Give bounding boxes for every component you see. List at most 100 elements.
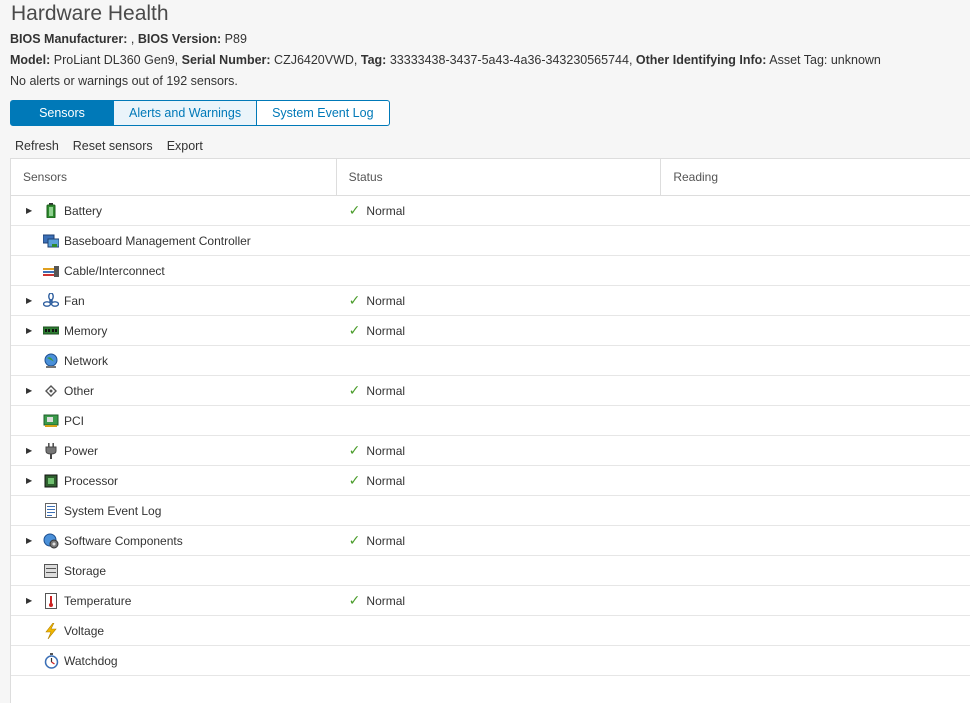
reading-cell [661,316,970,345]
table-row[interactable]: Baseboard Management Controller [11,226,970,256]
log-document-icon [43,503,59,519]
reading-cell [661,226,970,255]
other-info-value: Asset Tag: unknown [766,53,881,67]
storage-icon [43,563,59,579]
serial-label: Serial Number: [181,53,271,67]
expand-caret-icon[interactable]: ▶ [26,206,43,215]
cable-icon [43,263,59,279]
check-icon: ✓ [348,472,361,488]
sensor-name: Battery [64,203,103,218]
column-header-sensors[interactable]: Sensors [11,159,337,195]
reading-cell [661,616,970,645]
table-row[interactable]: Watchdog [11,646,970,676]
table-row[interactable]: ▶ Software Components ✓ Normal [11,526,970,556]
bios-version-value: P89 [221,32,247,46]
sensor-name: Temperature [64,593,132,608]
bios-manufacturer-value: , [127,32,135,46]
sensor-name: Memory [64,323,108,338]
reading-cell [661,376,970,405]
sensor-name: Watchdog [64,653,118,668]
status-text: Normal [366,443,406,458]
status-text: Normal [366,473,406,488]
table-row[interactable]: Voltage [11,616,970,646]
reset-sensors-button[interactable]: Reset sensors [73,139,153,153]
expand-caret-icon[interactable]: ▶ [26,596,43,605]
sensor-name: Software Components [64,533,183,548]
tab-system-event-log[interactable]: System Event Log [257,100,390,126]
status-text: Normal [366,293,406,308]
status-text: Normal [366,323,406,338]
tab-sensors[interactable]: Sensors [10,100,114,126]
reading-cell [661,646,970,675]
bios-info: BIOS Manufacturer: , BIOS Version: P89 [10,32,247,46]
column-header-reading[interactable]: Reading [661,159,970,195]
lightning-bolt-icon [43,622,59,639]
table-row[interactable]: ▶ Processor ✓ Normal [11,466,970,496]
bmc-icon [43,233,59,249]
model-value: ProLiant DL360 Gen9, [50,53,179,67]
expand-caret-icon[interactable]: ▶ [26,536,43,545]
table-row[interactable]: ▶ Power ✓ Normal [11,436,970,466]
check-icon: ✓ [348,292,361,308]
table-row[interactable]: ▶ Temperature ✓ Normal [11,586,970,616]
system-info: Model: ProLiant DL360 Gen9, Serial Numbe… [10,53,881,67]
table-row[interactable]: Network [11,346,970,376]
sensor-name: Cable/Interconnect [64,263,165,278]
table-row[interactable]: ▶ Memory ✓ Normal [11,316,970,346]
reading-cell [661,526,970,555]
expand-caret-icon[interactable]: ▶ [26,386,43,395]
reading-cell [661,586,970,615]
refresh-button[interactable]: Refresh [15,139,59,153]
sensors-grid: Sensors Status Reading ▶ Battery ✓ Normal… [10,158,970,703]
sensor-name: Fan [64,293,85,308]
reading-cell [661,346,970,375]
check-icon: ✓ [348,202,361,218]
status-text: Normal [366,593,406,608]
table-row[interactable]: Cable/Interconnect [11,256,970,286]
sensor-name: PCI [64,413,85,428]
reading-cell [661,556,970,585]
sensor-summary: No alerts or warnings out of 192 sensors… [10,74,238,88]
status-cell [337,496,662,525]
sensor-name: Power [64,443,99,458]
check-icon: ✓ [348,442,361,458]
status-text: Normal [366,533,406,548]
model-label: Model: [10,53,51,67]
table-row[interactable]: ▶ Battery ✓ Normal [11,196,970,226]
table-row[interactable]: System Event Log [11,496,970,526]
status-text: Normal [366,383,406,398]
expand-caret-icon[interactable]: ▶ [26,296,43,305]
status-cell [337,406,662,435]
fan-icon [43,292,59,309]
status-cell [337,256,662,285]
software-components-icon [43,533,59,549]
table-row[interactable]: ▶ Fan ✓ Normal [11,286,970,316]
sensor-name: Baseboard Management Controller [64,233,251,248]
tab-alerts-and-warnings[interactable]: Alerts and Warnings [114,100,258,126]
status-cell [337,226,662,255]
action-bar: Refresh Reset sensors Export [15,139,203,153]
table-row[interactable]: ▶ Other ✓ Normal [11,376,970,406]
expand-caret-icon[interactable]: ▶ [26,326,43,335]
thermometer-icon [43,592,59,609]
table-row[interactable]: PCI [11,406,970,436]
column-header-status[interactable]: Status [337,159,662,195]
sensor-name: Voltage [64,623,105,638]
grid-header: Sensors Status Reading [11,159,970,196]
tag-label: Tag: [360,53,387,67]
table-row[interactable]: Storage [11,556,970,586]
reading-cell [661,466,970,495]
reading-cell [661,406,970,435]
memory-icon [43,323,59,339]
status-cell [337,346,662,375]
pci-card-icon [43,413,59,429]
export-button[interactable]: Export [167,139,203,153]
expand-caret-icon[interactable]: ▶ [26,476,43,485]
tab-bar: Sensors Alerts and Warnings System Event… [10,100,390,126]
bios-manufacturer-label: BIOS Manufacturer: [10,32,128,46]
tag-value: 33333438-3437-5a43-4a36-343230565744, [386,53,633,67]
check-icon: ✓ [348,382,361,398]
expand-caret-icon[interactable]: ▶ [26,446,43,455]
sensor-name: Other [64,383,95,398]
check-icon: ✓ [348,592,361,608]
